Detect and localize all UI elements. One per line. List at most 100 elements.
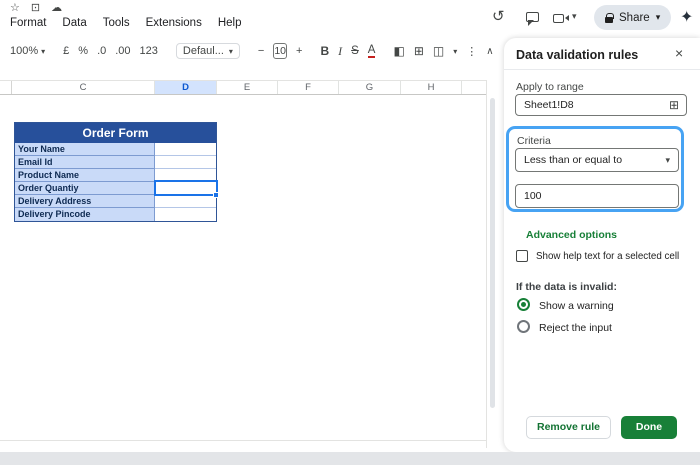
row-value-cell[interactable] [155,156,216,169]
text-color-button[interactable]: A [368,45,376,58]
column-header-c[interactable]: C [12,81,155,94]
camera-present-icon[interactable] [553,14,564,23]
decrease-decimal-button[interactable]: .0 [97,45,106,57]
row-value-cell[interactable] [155,143,216,156]
vertical-scrollbar[interactable] [486,80,497,448]
zoom-select[interactable]: 100% ▾ [10,45,45,57]
menu-item-data[interactable]: Data [62,17,86,29]
cloud-status-icon[interactable]: ☁ [51,1,62,14]
increase-decimal-button[interactable]: .00 [115,45,130,57]
row-label-cell[interactable]: Order Quantiy [15,182,155,195]
google-sheets-app: ☆ ⊡ ☁ Format Data Tools Extensions Help … [0,0,700,465]
select-range-grid-icon[interactable]: ⊞ [669,98,679,112]
bold-button[interactable]: B [320,44,329,58]
selected-cell[interactable] [154,180,218,196]
row-label-cell[interactable]: Delivery Pincode [15,208,155,221]
share-label: Share [619,12,650,24]
column-header-f[interactable]: F [278,81,339,94]
table-row: Delivery Pincode [15,208,216,221]
star-icon[interactable]: ☆ [10,1,20,14]
radio-reject-input[interactable] [517,320,530,333]
table-title[interactable]: Order Form [15,123,216,143]
chevron-down-icon: ▾ [41,47,45,56]
menu-bar: Format Data Tools Extensions Help [10,17,242,29]
zoom-value: 100% [10,45,38,57]
quick-actions: ☆ ⊡ ☁ [10,1,62,14]
panel-title: Data validation rules [516,48,638,62]
merge-dropdown-icon[interactable]: ▾ [453,47,457,56]
top-bar: ☆ ⊡ ☁ Format Data Tools Extensions Help … [0,0,700,38]
collapse-toolbar-icon[interactable]: ∧ [486,46,493,57]
bottom-strip [0,452,700,465]
font-size-input[interactable]: 10 [273,43,287,59]
menu-item-format[interactable]: Format [10,17,46,29]
criteria-value-input[interactable]: 100 [515,184,679,208]
fill-color-button[interactable]: ◧ [393,44,404,58]
range-value: Sheet1!D8 [524,99,574,111]
criteria-value: 100 [524,190,542,202]
panel-divider [504,69,700,70]
range-input[interactable]: Sheet1!D8 ⊞ [515,94,687,116]
currency-format-button[interactable]: £ [63,45,69,57]
done-button[interactable]: Done [621,416,677,439]
radio-show-warning[interactable] [517,298,530,311]
data-validation-panel: Data validation rules × Apply to range S… [504,38,700,452]
menu-item-extensions[interactable]: Extensions [146,17,202,29]
close-icon[interactable]: × [675,45,683,61]
version-history-icon[interactable]: ↺ [492,7,505,25]
toolbar: 100% ▾ £ % .0 .00 123 Defaul... ▾ − 10 +… [0,38,497,64]
menu-item-help[interactable]: Help [218,17,242,29]
help-text-checkbox[interactable] [516,250,528,262]
lock-icon [605,17,613,23]
number-format-button[interactable]: 123 [140,45,158,57]
row-label-cell[interactable]: Your Name [15,143,155,156]
radio-show-warning-label: Show a warning [539,300,614,312]
strikethrough-button[interactable]: S [351,45,359,57]
criteria-condition-dropdown[interactable]: Less than or equal to ▾ [515,148,679,172]
row-value-cell[interactable] [155,195,216,208]
apply-to-range-label: Apply to range [516,81,584,93]
comment-icon[interactable] [526,12,539,22]
share-dropdown-icon[interactable]: ▾ [656,12,661,23]
remove-rule-button[interactable]: Remove rule [526,416,611,439]
invalid-data-label: If the data is invalid: [516,281,617,293]
table-row: Delivery Address [15,195,216,208]
table-row: Email Id [15,156,216,169]
row-label-cell[interactable]: Email Id [15,156,155,169]
advanced-options-link[interactable]: Advanced options [526,229,617,241]
move-icon[interactable]: ⊡ [31,1,40,14]
share-button[interactable]: Share ▾ [594,5,671,30]
radio-reject-input-label: Reject the input [539,322,612,334]
row-label-cell[interactable]: Delivery Address [15,195,155,208]
column-header-e[interactable]: E [217,81,278,94]
gemini-sparkle-icon[interactable]: ✦ [680,7,693,27]
camera-dropdown-icon[interactable]: ▾ [572,11,577,22]
order-form-table: Order Form Your Name Email Id Product Na… [14,122,217,222]
italic-button[interactable]: I [338,44,342,59]
more-options-icon[interactable]: ⋮ [466,45,477,58]
chevron-down-icon: ▾ [229,47,233,56]
row-label-cell[interactable]: Product Name [15,169,155,182]
row-value-cell[interactable] [155,208,216,221]
help-text-label: Show help text for a selected cell [536,251,679,262]
decrease-font-size-button[interactable]: − [258,45,264,57]
column-header-row: C D E F G H [0,80,497,95]
fill-handle[interactable] [213,192,219,198]
chevron-down-icon: ▾ [665,155,670,166]
corner-box[interactable] [0,81,12,94]
criteria-condition-value: Less than or equal to [524,154,622,166]
menu-item-tools[interactable]: Tools [103,17,130,29]
font-name: Defaul... [183,45,224,57]
increase-font-size-button[interactable]: + [296,45,302,57]
column-header-g[interactable]: G [339,81,401,94]
merge-cells-button[interactable]: ◫ [433,44,444,58]
font-select[interactable]: Defaul... ▾ [176,43,240,59]
column-header-d[interactable]: D [155,81,217,94]
percent-format-button[interactable]: % [78,45,88,57]
criteria-label: Criteria [517,135,551,147]
column-header-h[interactable]: H [401,81,462,94]
table-row: Your Name [15,143,216,156]
borders-button[interactable]: ⊞ [414,44,424,58]
vertical-scrollbar-thumb[interactable] [490,98,495,408]
horizontal-scrollbar[interactable] [0,440,486,448]
